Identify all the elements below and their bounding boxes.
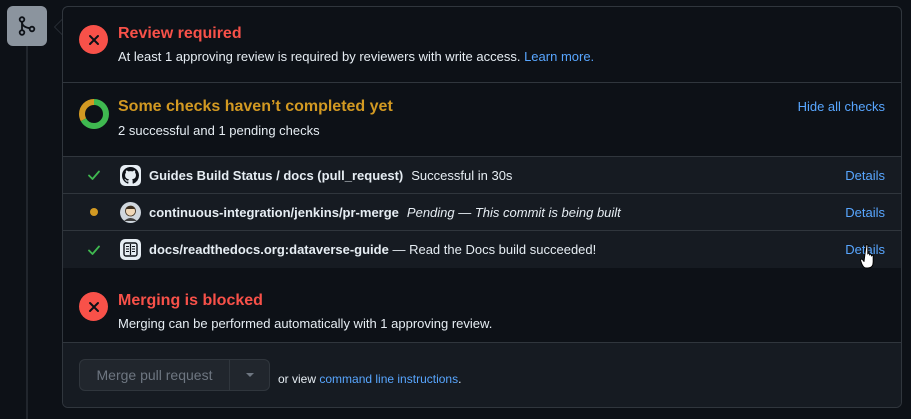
check-text: continuous-integration/jenkins/pr-merge P… xyxy=(149,205,621,220)
check-description: Pending — This commit is being built xyxy=(406,204,621,220)
checks-section: Some checks haven’t completed yet 2 succ… xyxy=(63,83,901,157)
checks-title: Some checks haven’t completed yet xyxy=(118,98,393,115)
merge-button-group: Merge pull request xyxy=(79,359,270,391)
checks-list: Guides Build Status / docs (pull_request… xyxy=(63,157,901,268)
checks-subtitle: 2 successful and 1 pending checks xyxy=(118,123,320,138)
check-description: Successful in 30s xyxy=(411,167,513,183)
check-row: continuous-integration/jenkins/pr-merge P… xyxy=(63,194,901,231)
merge-action-section: Merge pull request or view command line … xyxy=(63,343,901,407)
review-subtitle-text: At least 1 approving review is required … xyxy=(118,49,521,64)
check-row: Guides Build Status / docs (pull_request… xyxy=(63,157,901,194)
checks-progress-donut xyxy=(79,99,109,129)
command-line-hint: or view command line instructions. xyxy=(278,372,461,386)
merge-pull-request-button[interactable]: Merge pull request xyxy=(80,360,230,390)
readthedocs-icon xyxy=(120,239,141,260)
hide-all-checks-link[interactable]: Hide all checks xyxy=(798,99,885,114)
review-section: Review required At least 1 approving rev… xyxy=(63,7,901,83)
merge-status-panel: Review required At least 1 approving rev… xyxy=(62,6,902,408)
check-text: Guides Build Status / docs (pull_request… xyxy=(149,168,512,183)
learn-more-link[interactable]: Learn more. xyxy=(524,49,594,64)
check-row: docs/readthedocs.org:dataverse-guide — R… xyxy=(63,231,901,268)
review-subtitle: At least 1 approving review is required … xyxy=(118,49,594,64)
review-title: Review required xyxy=(118,25,242,42)
check-name: Guides Build Status / docs (pull_request… xyxy=(149,167,404,183)
triangle-down-icon xyxy=(245,373,254,377)
check-name: docs/readthedocs.org:dataverse-guide xyxy=(149,242,389,257)
git-merge-icon xyxy=(7,6,47,46)
jenkins-avatar xyxy=(120,201,141,223)
command-line-prefix: or view xyxy=(278,372,317,386)
check-success-icon xyxy=(86,242,102,258)
merge-blocked-subtitle: Merging can be performed automatically w… xyxy=(118,316,493,331)
timeline-line xyxy=(26,46,28,419)
details-link[interactable]: Details xyxy=(845,205,885,220)
github-icon xyxy=(120,164,141,186)
command-line-instructions-link[interactable]: command line instructions xyxy=(319,372,458,386)
merge-blocked-title: Merging is blocked xyxy=(118,292,263,309)
check-name: continuous-integration/jenkins/pr-merge xyxy=(149,204,399,220)
merge-blocked-section: Merging is blocked Merging can be perfor… xyxy=(63,268,901,343)
x-circle-icon xyxy=(79,292,108,321)
pending-dot-icon xyxy=(86,204,102,220)
hand-cursor-icon xyxy=(860,244,874,269)
check-description: — Read the Docs build succeeded! xyxy=(392,242,597,257)
merge-options-dropdown-button[interactable] xyxy=(230,360,269,390)
x-circle-icon xyxy=(79,25,108,54)
details-link[interactable]: Details xyxy=(845,168,885,183)
check-success-icon xyxy=(86,167,102,183)
command-line-suffix: . xyxy=(458,372,462,386)
check-text: docs/readthedocs.org:dataverse-guide — R… xyxy=(149,242,596,257)
